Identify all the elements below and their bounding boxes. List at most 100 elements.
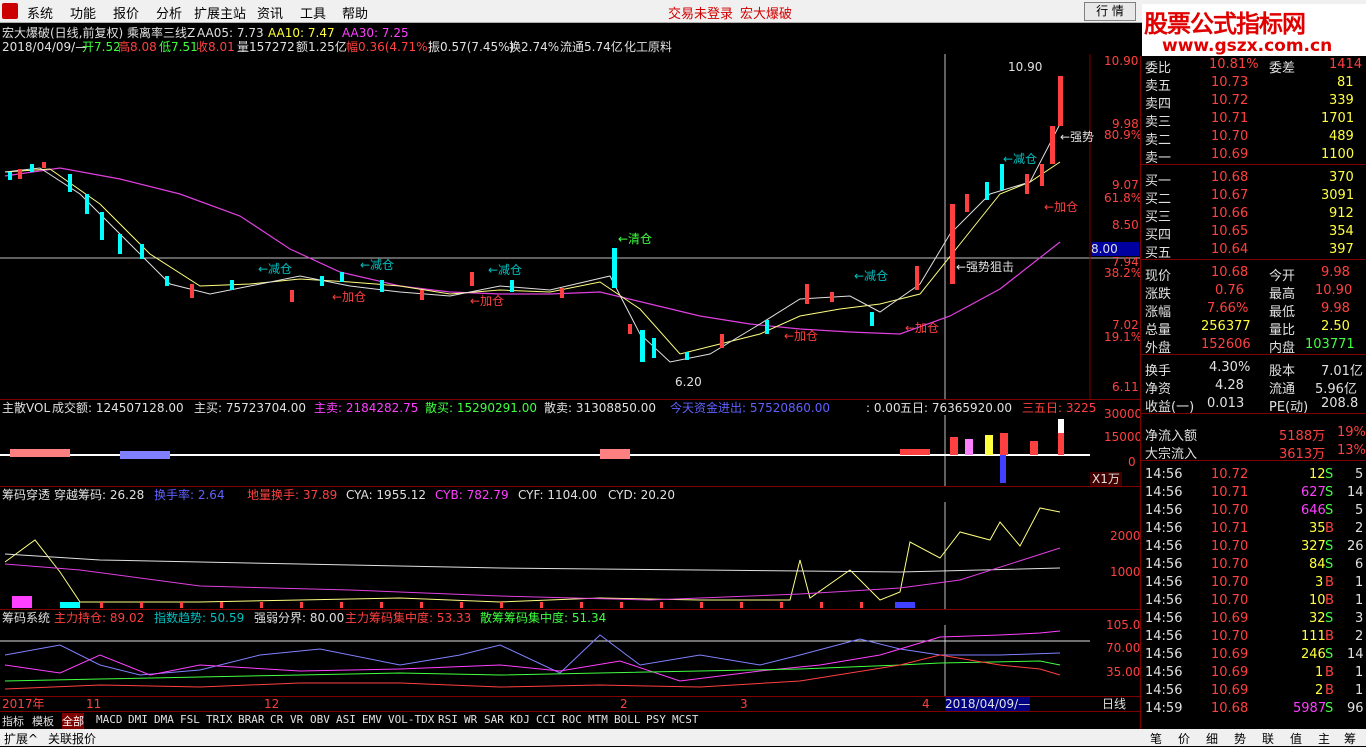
tab-psy[interactable]: PSY xyxy=(646,713,666,729)
ask-row[interactable]: 卖四 10.72 339 xyxy=(1141,92,1366,112)
tab-emv[interactable]: EMV xyxy=(362,713,382,729)
chip-cyf: CYF: 1104.00 xyxy=(518,488,597,502)
bid-row[interactable]: 买四 10.65 354 xyxy=(1141,223,1366,243)
tab-dma[interactable]: DMA xyxy=(154,713,174,729)
menu-tools[interactable]: 工具 xyxy=(300,3,326,22)
vol-axis-0: 0 xyxy=(1128,455,1136,469)
tab-all[interactable]: 全部 xyxy=(62,713,84,729)
high-annotation: 10.90 xyxy=(1008,60,1043,74)
tab-asi[interactable]: ASI xyxy=(336,713,356,729)
tab-vol-tdx[interactable]: VOL-TDX xyxy=(388,713,434,729)
tab-roc[interactable]: ROC xyxy=(562,713,582,729)
vol-retail-buy: 散买: 15290291.00 xyxy=(425,401,538,415)
ask-row[interactable]: 卖一 10.69 1100 xyxy=(1141,146,1366,166)
chip-cya: CYA: 1955.12 xyxy=(346,488,427,502)
tick-row: 14:56 10.72 12 S 5 xyxy=(1145,467,1364,482)
menu-ext-station[interactable]: 扩展主站 xyxy=(194,3,246,22)
vol-zero: : 0.00 xyxy=(866,401,901,415)
ask-row[interactable]: 卖三 10.71 1701 xyxy=(1141,110,1366,130)
vol-unit: X1万 xyxy=(1090,472,1122,486)
stat-row: 换手 4.30% 股本 7.01亿 xyxy=(1145,360,1363,379)
float-label: 流通5.74亿 xyxy=(560,40,623,54)
tab-sar[interactable]: SAR xyxy=(484,713,504,729)
tick-row: 14:56 10.70 111 B 2 xyxy=(1145,629,1364,644)
bid-row[interactable]: 买一 10.68 370 xyxy=(1141,169,1366,189)
expand-button[interactable]: 扩展^ xyxy=(4,730,38,747)
amplitude-label: 振0.57(7.45%) xyxy=(428,40,515,54)
tab-dmi[interactable]: DMI xyxy=(128,713,148,729)
sys-strength-line: 强弱分界: 80.00 xyxy=(254,611,345,625)
low-annotation: 6.20 xyxy=(675,375,702,389)
vol-axis-15000: 15000 xyxy=(1104,430,1143,444)
tab-trix[interactable]: TRIX xyxy=(206,713,233,729)
price-axis-label: 10.90 xyxy=(1104,54,1139,68)
tab-detail[interactable]: 细 xyxy=(1206,730,1218,747)
flow-row: 大宗流入 3613万 13% xyxy=(1141,442,1366,462)
tab-ticks[interactable]: 笔 xyxy=(1150,730,1162,747)
menu-system[interactable]: 系统 xyxy=(27,3,53,22)
period-selector[interactable]: 日线 xyxy=(1102,697,1126,711)
indicator-tabbar: 指标 模板 全部 MACD DMI DMA FSL TRIX BRAR CR V… xyxy=(0,711,1140,730)
bid-row[interactable]: 买二 10.67 3091 xyxy=(1141,187,1366,207)
tab-template[interactable]: 模板 xyxy=(32,713,54,729)
panel-divider xyxy=(0,609,1140,610)
sys-axis-70: 70.00 xyxy=(1106,641,1141,655)
pct-axis-label: 19.1% xyxy=(1104,330,1143,344)
ask-row[interactable]: 卖二 10.70 489 xyxy=(1141,128,1366,148)
related-quote-button[interactable]: 关联报价 xyxy=(48,730,96,747)
reduce-annotation-1: ←减仓 xyxy=(258,262,293,276)
tab-mtm[interactable]: MTM xyxy=(588,713,608,729)
clear-annotation: ←清仓 xyxy=(618,232,653,246)
ask-row[interactable]: 卖五 10.73 81 xyxy=(1141,74,1366,94)
chart-title: 宏大爆破(日线,前复权) 乘离率三线Z xyxy=(2,26,196,40)
menu-quote[interactable]: 报价 xyxy=(113,3,139,22)
tab-trend[interactable]: 势 xyxy=(1234,730,1246,747)
tab-price[interactable]: 价 xyxy=(1178,730,1190,747)
tab-indicator[interactable]: 指标 xyxy=(2,713,24,729)
quote-button[interactable]: 行 情 xyxy=(1084,2,1136,21)
add-annotation-3: ←加仓 xyxy=(905,321,940,335)
login-status[interactable]: 交易未登录 xyxy=(668,3,733,22)
tab-value[interactable]: 值 xyxy=(1290,730,1302,747)
tab-macd[interactable]: MACD xyxy=(96,713,123,729)
tick-row: 14:56 10.70 10 B 1 xyxy=(1145,593,1364,608)
reduce-annotation-3: ←减仓 xyxy=(488,263,523,277)
date-month: 2 xyxy=(620,697,628,711)
menu-help[interactable]: 帮助 xyxy=(342,3,368,22)
menu-function[interactable]: 功能 xyxy=(70,3,96,22)
tab-fsl[interactable]: FSL xyxy=(180,713,200,729)
tab-brar[interactable]: BRAR xyxy=(238,713,265,729)
tab-vr[interactable]: VR xyxy=(290,713,303,729)
chip-axis-1000: 1000 xyxy=(1110,565,1141,579)
tab-related[interactable]: 联 xyxy=(1262,730,1274,747)
add-annotation-1: ←加仓 xyxy=(332,290,367,304)
date-month: 11 xyxy=(86,697,102,711)
tab-cci[interactable]: CCI xyxy=(536,713,556,729)
menu-analysis[interactable]: 分析 xyxy=(156,3,182,22)
tab-wr[interactable]: WR xyxy=(464,713,477,729)
sys-axis-35: 35.00 xyxy=(1106,665,1141,679)
tab-obv[interactable]: OBV xyxy=(310,713,330,729)
tab-cr[interactable]: CR xyxy=(270,713,283,729)
vol-amount: 成交额: 124507128.00 xyxy=(52,401,184,415)
tick-row: 14:56 10.71 35 B 2 xyxy=(1145,521,1364,536)
bid-row[interactable]: 买五 10.64 397 xyxy=(1141,241,1366,261)
tab-main[interactable]: 主 xyxy=(1318,730,1330,747)
vol-today-flow: 今天资金进出: 57520860.00 xyxy=(670,401,831,415)
tab-rsi[interactable]: RSI xyxy=(438,713,458,729)
strong-block-annotation: ←强势狙击 xyxy=(956,260,1015,274)
tab-mcst[interactable]: MCST xyxy=(672,713,699,729)
tab-boll[interactable]: BOLL xyxy=(614,713,641,729)
candlestick-chart[interactable] xyxy=(0,54,1140,400)
menu-news[interactable]: 资讯 xyxy=(257,3,283,22)
tick-row: 14:56 10.71 627 S 14 xyxy=(1145,485,1364,500)
tab-kdj[interactable]: KDJ xyxy=(510,713,530,729)
bid-row[interactable]: 买三 10.66 912 xyxy=(1141,205,1366,225)
tick-row: 14:59 10.68 5987 S 96 xyxy=(1145,701,1364,716)
date-month: 3 xyxy=(740,697,748,711)
change-label: 幅0.36(4.71%) xyxy=(346,40,433,54)
tab-chips[interactable]: 筹 xyxy=(1344,730,1356,747)
tick-row: 14:56 10.69 1 B 1 xyxy=(1145,665,1364,680)
price-axis-label: 6.11 xyxy=(1112,380,1139,394)
sys-index-trend: 指数趋势: 50.59 xyxy=(154,611,245,625)
